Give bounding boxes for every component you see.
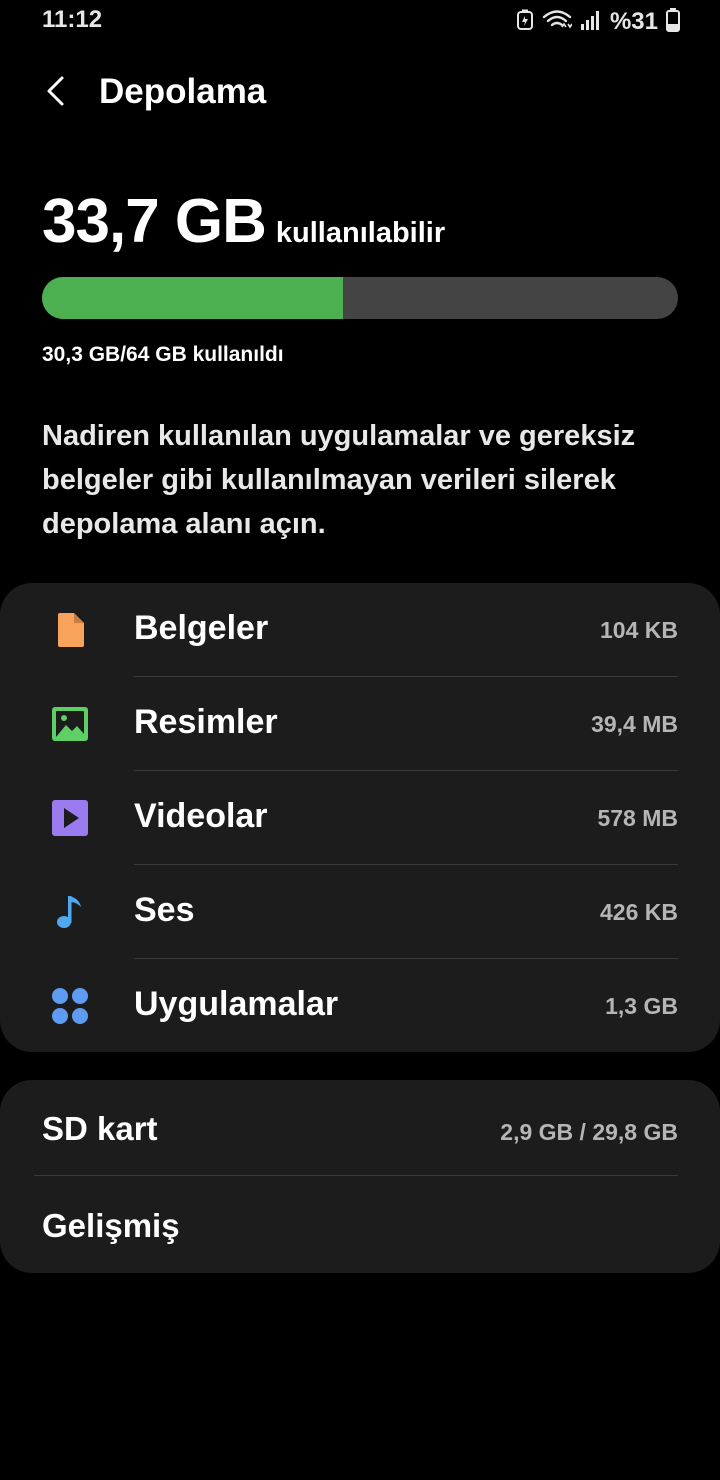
category-apps[interactable]: Uygulamalar 1,3 GB [0,959,720,1053]
wifi-icon [542,8,573,37]
music-icon [50,892,90,932]
extra-options-card: SD kart 2,9 GB / 29,8 GB Gelişmiş [0,1080,720,1273]
available-label: kullanılabilir [275,217,446,249]
signal-icon [580,9,602,36]
category-documents[interactable]: Belgeler 104 KB [0,583,720,677]
category-size: 104 KB [600,617,678,643]
image-icon [50,704,90,744]
category-images[interactable]: Resimler 39,4 MB [0,677,720,771]
categories-card: Belgeler 104 KB Resimler 39,4 MB Videola… [0,583,720,1052]
available-storage: 33,7 GB kullanılabilir [42,186,445,257]
category-label: Belgeler [134,609,269,647]
status-bar: 11:12 %31 [0,0,720,44]
apps-icon [50,986,90,1026]
category-size: 1,3 GB [605,993,678,1019]
category-videos[interactable]: Videolar 578 MB [0,771,720,865]
advanced-label: Gelişmiş [42,1207,180,1244]
status-time: 11:12 [42,6,103,33]
storage-usage-bar [42,277,678,319]
used-storage-text: 30,3 GB/64 GB kullanıldı [42,343,284,366]
available-value: 33,7 GB [42,187,267,256]
battery-saver-icon [516,9,534,36]
sd-card-item[interactable]: SD kart 2,9 GB / 29,8 GB [0,1080,720,1176]
document-icon [50,610,90,650]
category-label: Videolar [134,797,268,835]
category-size: 426 KB [600,899,678,925]
storage-description: Nadiren kullanılan uygulamalar ve gereks… [42,420,636,540]
back-button[interactable] [30,70,80,116]
sd-card-size: 2,9 GB / 29,8 GB [500,1119,678,1145]
storage-usage-fill [42,277,343,319]
battery-icon [666,7,680,37]
category-audio[interactable]: Ses 426 KB [0,865,720,959]
video-icon [50,798,90,838]
status-icons: %31 [516,7,680,37]
category-label: Uygulamalar [134,985,339,1023]
sd-card-label: SD kart [42,1110,158,1147]
advanced-item[interactable]: Gelişmiş [0,1177,720,1273]
battery-percent: %31 [609,8,658,35]
page-title: Depolama [99,72,267,111]
category-label: Ses [134,891,195,929]
category-size: 578 MB [597,805,678,831]
chevron-left-icon [44,75,66,112]
category-label: Resimler [134,703,278,741]
divider [34,1175,678,1176]
category-size: 39,4 MB [591,711,678,737]
